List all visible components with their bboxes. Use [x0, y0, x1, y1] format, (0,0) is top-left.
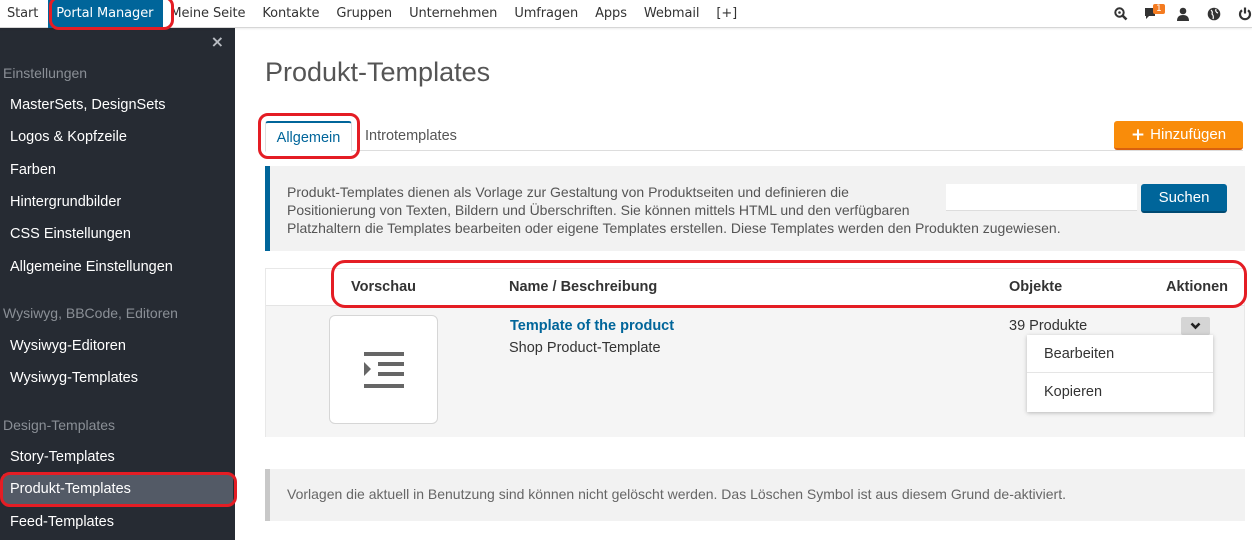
nav-item-more[interactable]: [+]	[709, 0, 747, 28]
actions-dropdown-menu: Bearbeiten Kopieren	[1027, 335, 1213, 412]
top-navigation: Start Portal Manager Meine Seite Kontakt…	[0, 0, 1252, 28]
info-text: Produkt-Templates dienen als Vorlage zur…	[287, 183, 1061, 237]
close-icon[interactable]: ×	[211, 32, 224, 51]
actions-dropdown-toggle[interactable]	[1181, 317, 1210, 335]
search-input[interactable]	[946, 184, 1137, 211]
nav-item-gruppen[interactable]: Gruppen	[329, 0, 402, 28]
template-preview[interactable]	[329, 315, 438, 424]
add-button-label: Hinzufügen	[1150, 126, 1227, 143]
tab-introtemplates[interactable]: Introtemplates	[365, 121, 457, 152]
tab-bar: Allgemein Introtemplates	[265, 121, 1243, 152]
nav-item-portal-manager[interactable]: Portal Manager	[48, 0, 164, 28]
nav-item-unternehmen[interactable]: Unternehmen	[402, 0, 507, 28]
sidebar-item-story-templates[interactable]: Story-Templates	[3, 442, 233, 472]
sidebar: × Einstellungen MasterSets, DesignSets L…	[0, 28, 235, 540]
sidebar-item-hintergrundbilder[interactable]: Hintergrundbilder	[3, 187, 233, 217]
main-menu: Start Portal Manager Meine Seite Kontakt…	[0, 0, 747, 28]
info-box: Produkt-Templates dienen als Vorlage zur…	[265, 166, 1245, 251]
tab-allgemein[interactable]: Allgemein	[265, 121, 352, 152]
nav-item-umfragen[interactable]: Umfragen	[507, 0, 588, 28]
page-title: Produkt-Templates	[265, 57, 491, 87]
sidebar-item-mastersets[interactable]: MasterSets, DesignSets	[3, 90, 233, 120]
nav-item-kontakte[interactable]: Kontakte	[255, 0, 329, 28]
info-line-3: Platzhaltern die Templates bearbeiten od…	[287, 220, 1061, 236]
sidebar-item-feed-templates[interactable]: Feed-Templates	[3, 507, 233, 537]
sidebar-item-css-einstellungen[interactable]: CSS Einstellungen	[3, 219, 233, 249]
template-name-link[interactable]: Template of the product	[510, 318, 674, 334]
nav-item-start[interactable]: Start	[0, 0, 48, 28]
info-line-1: Produkt-Templates dienen als Vorlage zur…	[287, 184, 849, 200]
search-button[interactable]: Suchen	[1141, 184, 1227, 213]
sidebar-item-wysiwyg-editoren[interactable]: Wysiwyg-Editoren	[3, 331, 233, 361]
messages-badge: 1	[1153, 4, 1165, 14]
header-vorschau: Vorschau	[351, 279, 417, 295]
nav-item-apps[interactable]: Apps	[588, 0, 637, 28]
sidebar-item-allgemeine-einstellungen[interactable]: Allgemeine Einstellungen	[3, 252, 233, 282]
toolbar-icons: 1	[1101, 0, 1252, 28]
header-name-beschreibung: Name / Beschreibung	[509, 279, 658, 295]
sidebar-item-farben[interactable]: Farben	[3, 155, 233, 185]
nav-item-meine-seite[interactable]: Meine Seite	[163, 0, 255, 28]
messages-icon[interactable]: 1	[1141, 0, 1165, 28]
sidebar-section-einstellungen: Einstellungen	[3, 65, 88, 81]
chevron-down-icon	[1190, 322, 1201, 330]
sidebar-item-logos[interactable]: Logos & Kopfzeile	[3, 122, 233, 152]
sidebar-item-wysiwyg-templates[interactable]: Wysiwyg-Templates	[3, 363, 233, 393]
header-objekte: Objekte	[1009, 279, 1063, 295]
menu-item-kopieren[interactable]: Kopieren	[1027, 373, 1213, 411]
template-description: Shop Product-Template	[509, 340, 661, 356]
add-button[interactable]: + Hinzufügen	[1114, 121, 1243, 150]
menu-item-bearbeiten[interactable]: Bearbeiten	[1027, 335, 1213, 373]
note-box: Vorlagen die aktuell in Benutzung sind k…	[265, 469, 1245, 521]
nav-item-webmail[interactable]: Webmail	[637, 0, 710, 28]
table-header: Vorschau Name / Beschreibung Objekte Akt…	[266, 269, 1244, 306]
plus-icon: +	[1130, 124, 1146, 145]
sidebar-item-produkt-templates[interactable]: Produkt-Templates	[3, 474, 233, 504]
template-objects-count: 39 Produkte	[1009, 318, 1088, 334]
power-icon[interactable]	[1234, 0, 1252, 28]
globe-icon[interactable]	[1203, 0, 1225, 28]
sidebar-section-design-templates: Design-Templates	[3, 417, 116, 433]
note-text: Vorlagen die aktuell in Benutzung sind k…	[287, 486, 1067, 502]
header-aktionen: Aktionen	[1166, 279, 1229, 295]
info-line-2: Positionierung von Texten, Bildern und Ü…	[287, 202, 910, 218]
indent-icon	[363, 351, 404, 388]
sidebar-section-wysiwyg: Wysiwyg, BBCode, Editoren	[3, 305, 178, 321]
user-icon[interactable]	[1172, 0, 1194, 28]
search-icon[interactable]	[1110, 0, 1132, 28]
